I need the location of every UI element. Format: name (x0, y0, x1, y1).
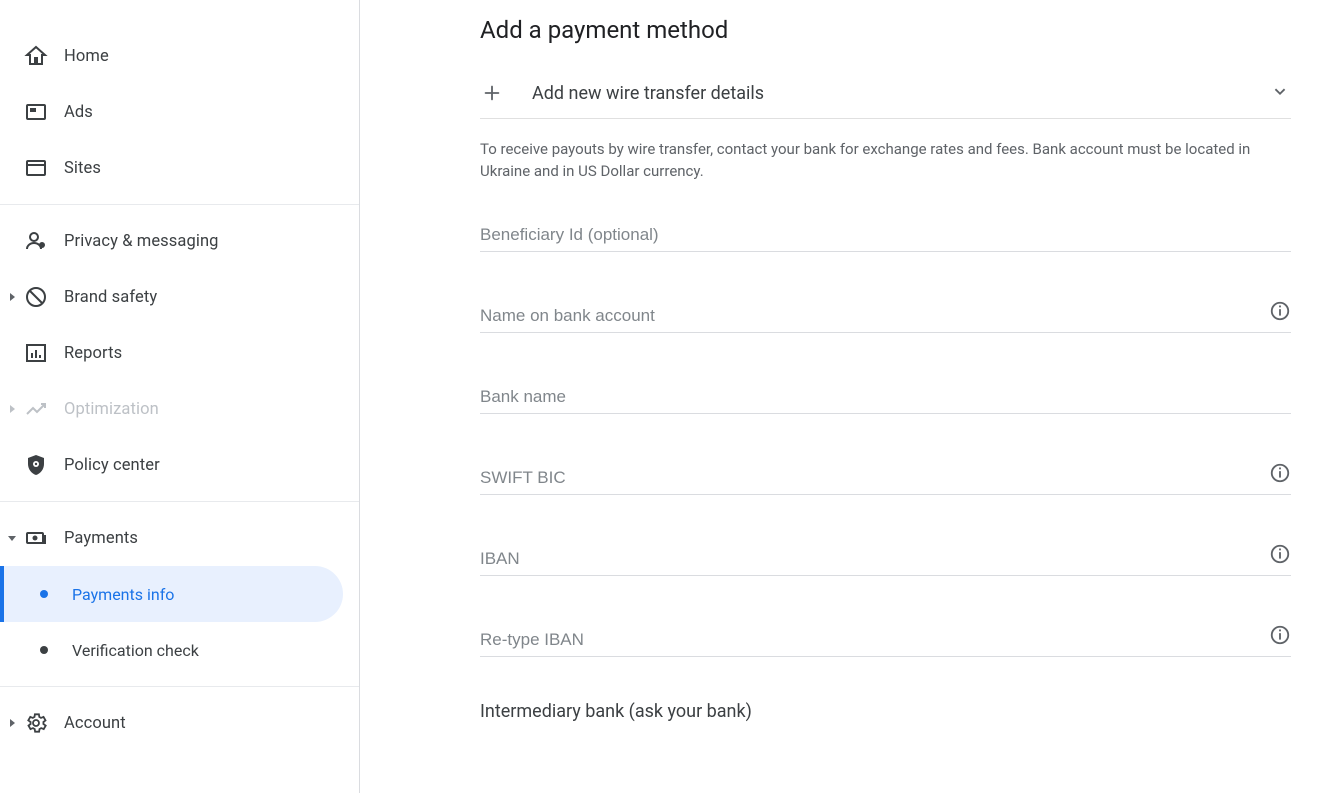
sidebar-item-payments[interactable]: Payments (0, 510, 359, 566)
sidebar-sublabel-payments-info: Payments info (72, 585, 174, 604)
sidebar-label-account: Account (64, 714, 126, 733)
field-iban (480, 539, 1291, 576)
info-icon[interactable] (1269, 462, 1291, 484)
sidebar-item-home[interactable]: Home (0, 28, 359, 84)
sidebar-label-reports: Reports (64, 344, 122, 363)
info-icon[interactable] (1269, 543, 1291, 565)
sidebar-label-policy: Policy center (64, 456, 160, 475)
sidebar-label-optimization: Optimization (64, 400, 159, 419)
sidebar-label-privacy: Privacy & messaging (64, 232, 219, 251)
section-title: Add new wire transfer details (532, 83, 764, 104)
sidebar-sublabel-verification: Verification check (72, 641, 199, 660)
sidebar-item-reports[interactable]: Reports (0, 325, 359, 381)
bullet-icon (40, 646, 48, 654)
field-beneficiary-id (480, 215, 1291, 252)
sidebar-item-sites[interactable]: Sites (0, 140, 359, 196)
sidebar-label-home: Home (64, 47, 109, 66)
optimization-icon (24, 397, 64, 421)
sidebar-item-account[interactable]: Account (0, 695, 359, 751)
sites-icon (24, 156, 64, 180)
info-icon[interactable] (1269, 300, 1291, 322)
field-name-on-account (480, 296, 1291, 333)
reports-icon (24, 341, 64, 365)
info-icon[interactable] (1269, 624, 1291, 646)
bank-name-input[interactable] (480, 377, 1291, 414)
field-retype-iban (480, 620, 1291, 657)
ads-icon (24, 100, 64, 124)
page-title: Add a payment method (480, 16, 1291, 44)
expand-icon (6, 403, 18, 415)
expand-icon (6, 291, 18, 303)
sidebar[interactable]: Home Ads Sites Privacy & messaging (0, 0, 360, 793)
main-content: Add a payment method Add new wire transf… (360, 0, 1341, 793)
payments-icon (24, 526, 64, 550)
sidebar-label-payments: Payments (64, 529, 138, 548)
sidebar-item-brand-safety[interactable]: Brand safety (0, 269, 359, 325)
swift-bic-input[interactable] (480, 458, 1291, 495)
iban-input[interactable] (480, 539, 1291, 576)
name-on-account-input[interactable] (480, 296, 1291, 333)
account-icon (24, 711, 64, 735)
sidebar-label-brand-safety: Brand safety (64, 288, 157, 307)
sidebar-subitem-verification-check[interactable]: Verification check (0, 622, 359, 678)
sidebar-label-ads: Ads (64, 103, 93, 122)
field-swift-bic (480, 458, 1291, 495)
sidebar-item-policy-center[interactable]: Policy center (0, 437, 359, 493)
policy-center-icon (24, 453, 64, 477)
beneficiary-id-input[interactable] (480, 215, 1291, 252)
sidebar-item-optimization: Optimization (0, 381, 359, 437)
sidebar-subitem-payments-info[interactable]: Payments info (0, 566, 343, 622)
field-bank-name (480, 377, 1291, 414)
bullet-icon (40, 590, 48, 598)
sidebar-item-ads[interactable]: Ads (0, 84, 359, 140)
expand-icon (6, 717, 18, 729)
chevron-down-icon (1269, 80, 1291, 106)
info-text: To receive payouts by wire transfer, con… (480, 139, 1291, 183)
expand-icon (6, 532, 18, 544)
retype-iban-input[interactable] (480, 620, 1291, 657)
plus-icon (480, 81, 504, 105)
brand-safety-icon (24, 285, 64, 309)
intermediary-bank-heading: Intermediary bank (ask your bank) (480, 701, 1291, 722)
sidebar-label-sites: Sites (64, 159, 101, 178)
section-toggle-wire-transfer[interactable]: Add new wire transfer details (480, 68, 1291, 119)
home-icon (24, 44, 64, 68)
privacy-icon (24, 229, 64, 253)
sidebar-item-privacy[interactable]: Privacy & messaging (0, 213, 359, 269)
